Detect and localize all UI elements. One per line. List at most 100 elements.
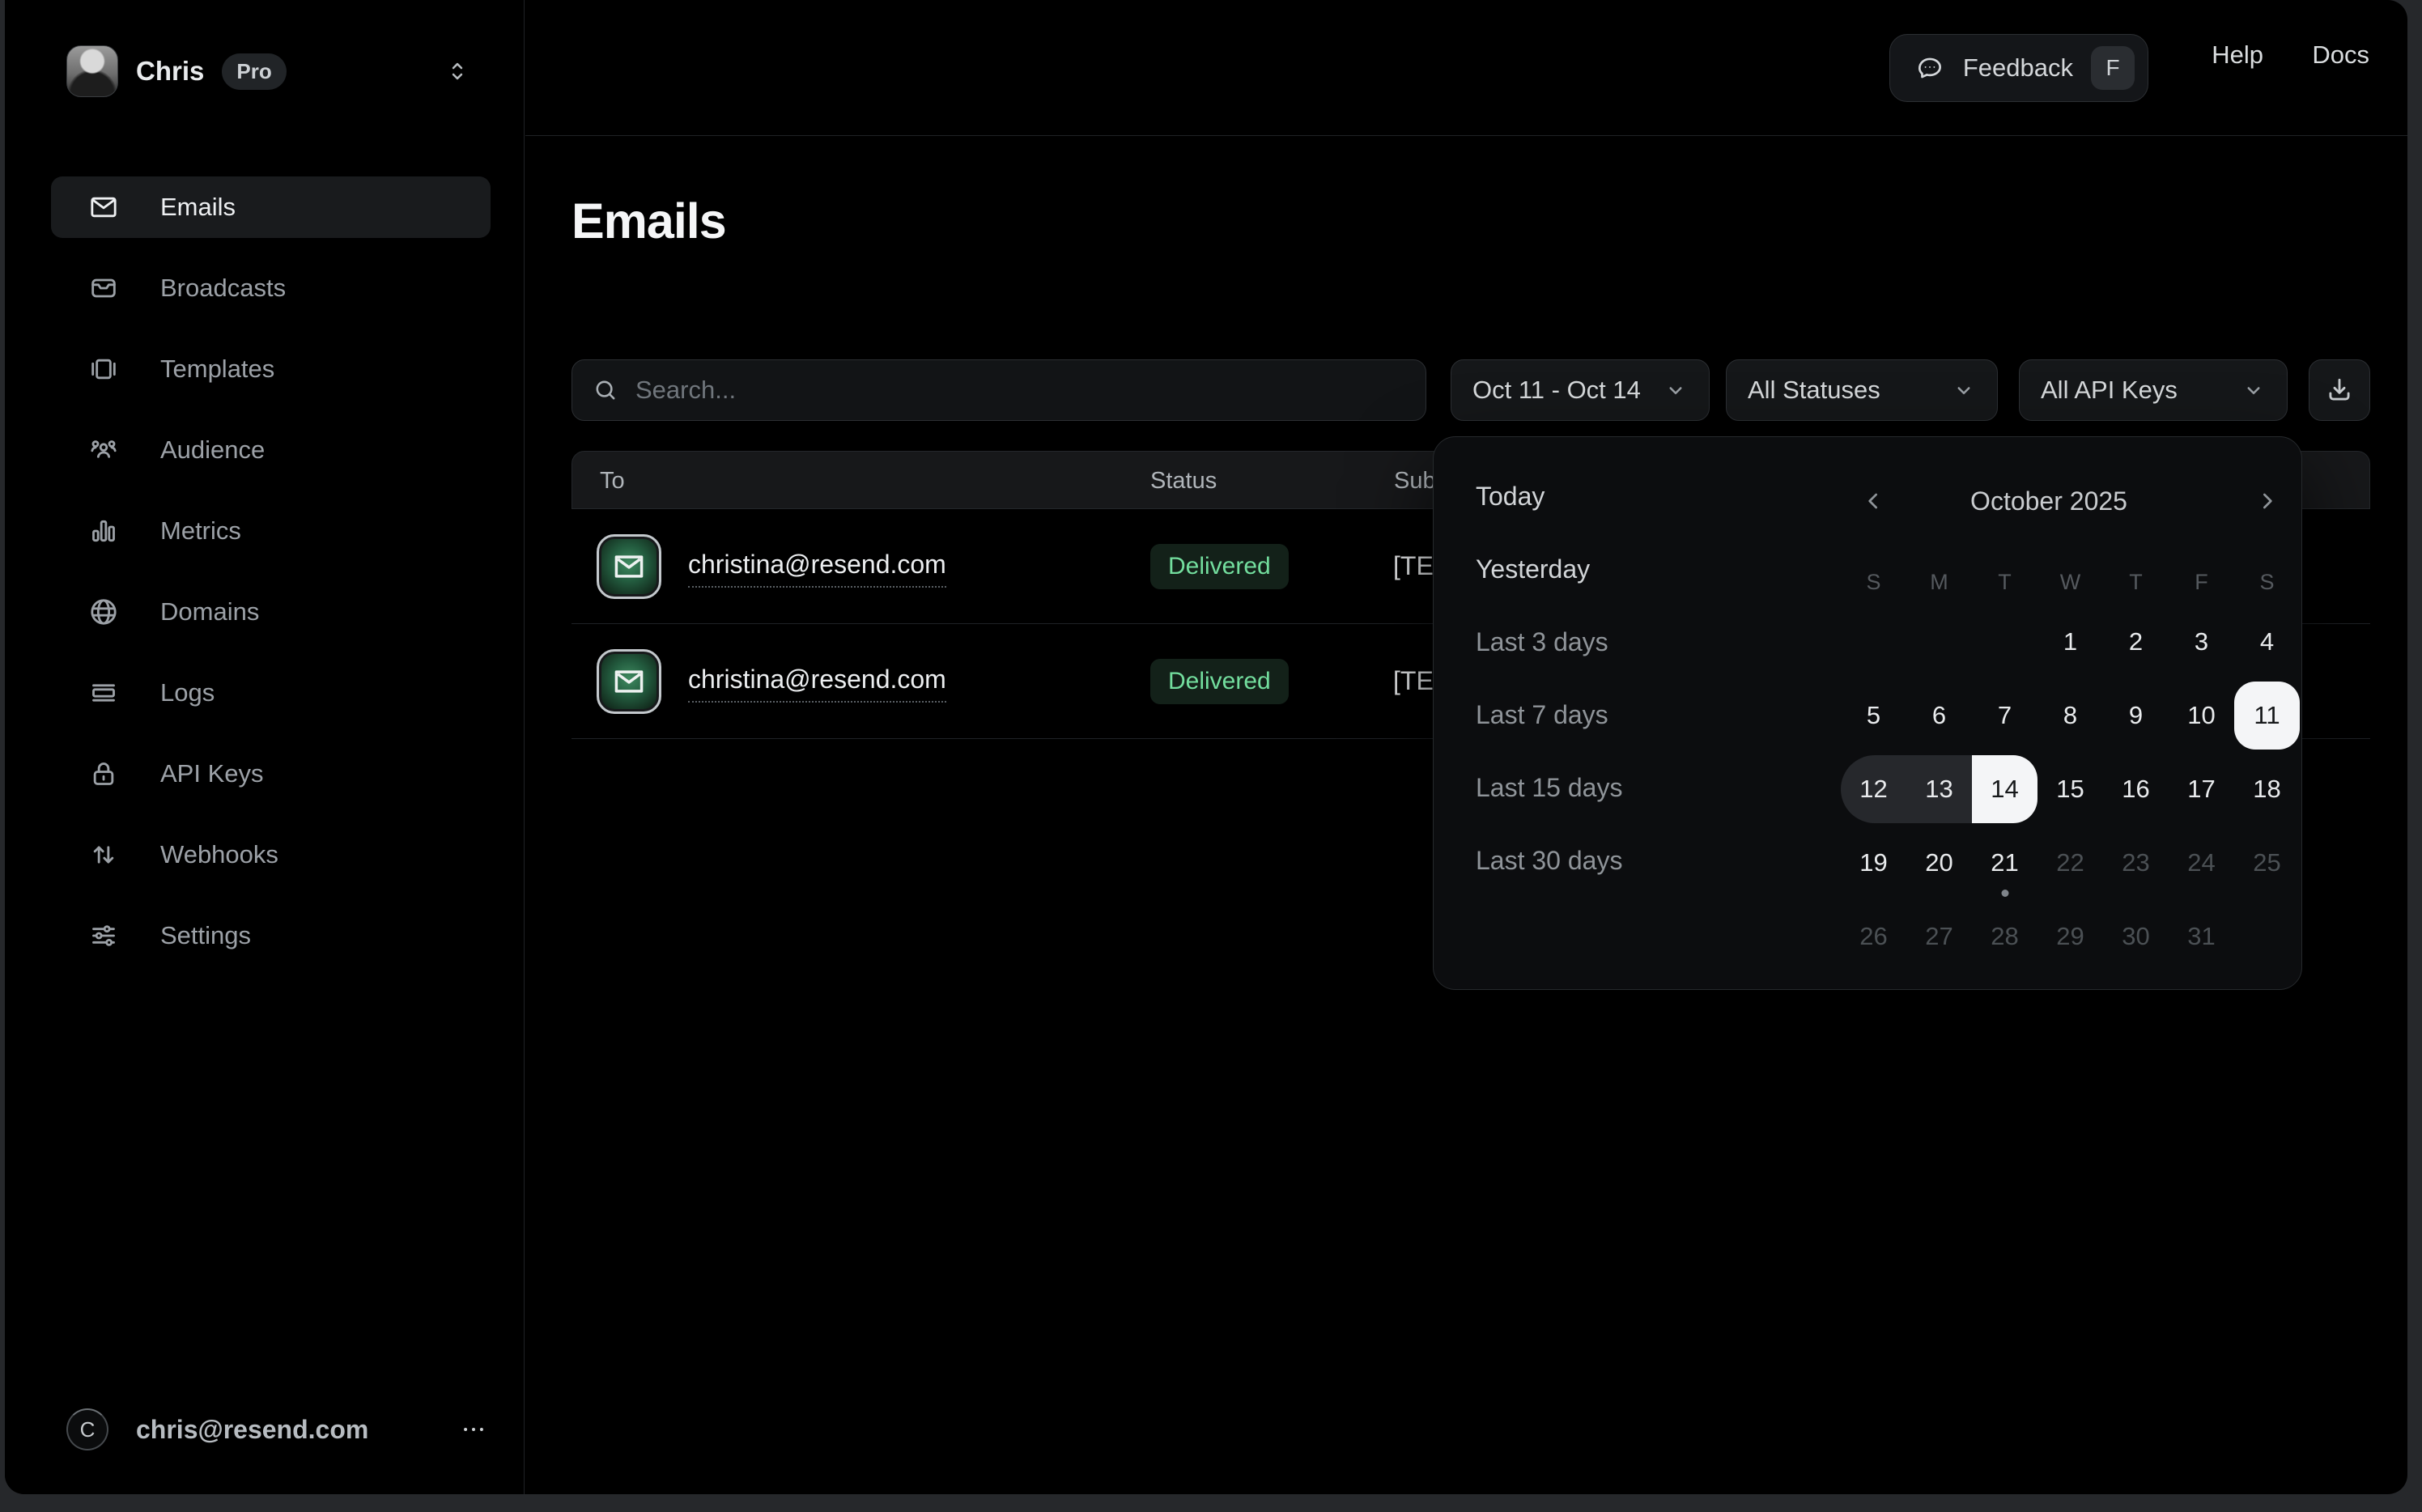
sidebar-item-domains[interactable]: Domains [51, 581, 491, 643]
calendar-day-31[interactable]: 31 [2169, 903, 2234, 970]
calendar-day-18[interactable]: 18 [2234, 755, 2300, 823]
settings-icon [87, 920, 120, 952]
sidebar-item-webhooks[interactable]: Webhooks [51, 824, 491, 886]
workspace-switcher[interactable]: Chris Pro [66, 42, 471, 100]
feedback-kbd-badge: F [2091, 46, 2135, 90]
recipient-email[interactable]: christina@resend.com [688, 550, 946, 588]
calendar-day-14[interactable]: 14 [1972, 755, 2037, 823]
search-icon [592, 376, 619, 404]
calendar-day-10[interactable]: 10 [2169, 682, 2234, 750]
column-to: To [600, 468, 625, 495]
account-footer[interactable]: C chris@resend.com [66, 1404, 487, 1455]
calendar-day-26[interactable]: 26 [1841, 903, 1906, 970]
next-month-button[interactable] [2242, 481, 2291, 521]
workspace-name: Chris [136, 56, 204, 87]
calendar-day-20[interactable]: 20 [1906, 829, 1972, 897]
chevron-down-icon [1952, 378, 1976, 402]
broadcast-icon [87, 272, 120, 304]
lock-icon [87, 758, 120, 790]
calendar-day-7[interactable]: 7 [1972, 682, 2037, 750]
calendar-day-16[interactable]: 16 [2103, 755, 2169, 823]
weekday-label: W [2037, 568, 2103, 596]
help-link[interactable]: Help [2212, 40, 2263, 70]
sidebar-item-settings[interactable]: Settings [51, 905, 491, 966]
sidebar-item-broadcasts[interactable]: Broadcasts [51, 257, 491, 319]
calendar-day-21[interactable]: 21 [1972, 829, 2037, 897]
account-avatar: C [66, 1408, 108, 1450]
status-badge: Delivered [1150, 659, 1289, 704]
sidebar-item-emails[interactable]: Emails [51, 176, 491, 238]
calendar-day-9[interactable]: 9 [2103, 682, 2169, 750]
feedback-bubble-icon [1914, 53, 1945, 83]
weekday-label: M [1906, 568, 1972, 596]
sidebar-item-label: API Keys [160, 759, 264, 788]
email-subject: [TE [1393, 666, 1434, 696]
sidebar-item-label: Metrics [160, 516, 241, 546]
weekday-label: T [2103, 568, 2169, 596]
preset-last-7-days[interactable]: Last 7 days [1434, 678, 1782, 751]
metrics-icon [87, 515, 120, 547]
sidebar: Chris Pro EmailsBroadcastsTemplatesAudie… [5, 0, 525, 1494]
calendar-day-17[interactable]: 17 [2169, 755, 2234, 823]
calendar-day-25[interactable]: 25 [2234, 829, 2300, 897]
calendar-day-12[interactable]: 12 [1841, 755, 1906, 823]
sidebar-nav: EmailsBroadcastsTemplatesAudienceMetrics… [5, 176, 524, 986]
globe-icon [87, 596, 120, 628]
feedback-label: Feedback [1963, 53, 2073, 83]
recipient-email[interactable]: christina@resend.com [688, 665, 946, 703]
api-key-filter[interactable]: All API Keys [2019, 359, 2288, 421]
status-filter[interactable]: All Statuses [1726, 359, 1998, 421]
calendar-day-5[interactable]: 5 [1841, 682, 1906, 750]
feedback-button[interactable]: Feedback F [1889, 34, 2148, 102]
preset-yesterday[interactable]: Yesterday [1434, 533, 1782, 605]
calendar-day-27[interactable]: 27 [1906, 903, 1972, 970]
calendar-day-23[interactable]: 23 [2103, 829, 2169, 897]
docs-link[interactable]: Docs [2312, 40, 2369, 70]
sidebar-item-api-keys[interactable]: API Keys [51, 743, 491, 805]
calendar-day-29[interactable]: 29 [2037, 903, 2103, 970]
calendar-day-30[interactable]: 30 [2103, 903, 2169, 970]
filter-bar: Oct 11 - Oct 14 All Statuses All API Key… [5, 359, 2407, 421]
chevron-down-icon [1664, 378, 1688, 402]
calendar-day-19[interactable]: 19 [1841, 829, 1906, 897]
calendar-day-11[interactable]: 11 [2234, 682, 2300, 750]
calendar-day-1[interactable]: 1 [2037, 608, 2103, 676]
calendar-day-22[interactable]: 22 [2037, 829, 2103, 897]
preset-last-3-days[interactable]: Last 3 days [1434, 605, 1782, 678]
webhooks-icon [87, 839, 120, 871]
calendar-day-24[interactable]: 24 [2169, 829, 2234, 897]
calendar-day-13[interactable]: 13 [1906, 755, 1972, 823]
sidebar-item-audience[interactable]: Audience [51, 419, 491, 481]
preset-today[interactable]: Today [1434, 460, 1782, 533]
preset-last-15-days[interactable]: Last 15 days [1434, 751, 1782, 824]
search-box[interactable] [572, 359, 1426, 421]
sidebar-item-logs[interactable]: Logs [51, 662, 491, 724]
account-menu-button[interactable] [460, 1416, 487, 1443]
calendar-day-3[interactable]: 3 [2169, 608, 2234, 676]
weekday-label: T [1972, 568, 2037, 596]
calendar-day-15[interactable]: 15 [2037, 755, 2103, 823]
calendar-day-4[interactable]: 4 [2234, 608, 2300, 676]
workspace-avatar [66, 45, 118, 97]
today-dot [2001, 890, 2008, 897]
date-range-filter[interactable]: Oct 11 - Oct 14 [1451, 359, 1710, 421]
search-input[interactable] [635, 376, 1406, 405]
weekday-label: S [2234, 568, 2300, 596]
sidebar-item-label: Domains [160, 597, 259, 626]
calendar-grid: 1234567891011121314151617181920212223242… [1841, 608, 2300, 970]
calendar-day-2[interactable]: 2 [2103, 608, 2169, 676]
date-presets: TodayYesterdayLast 3 daysLast 7 daysLast… [1434, 460, 1782, 897]
page-title: Emails [572, 193, 726, 249]
sidebar-item-metrics[interactable]: Metrics [51, 500, 491, 562]
sidebar-item-label: Audience [160, 435, 265, 465]
weekday-row: SMTWTFS [1841, 568, 2300, 596]
sidebar-item-label: Settings [160, 921, 251, 950]
calendar-day-6[interactable]: 6 [1906, 682, 1972, 750]
preset-last-30-days[interactable]: Last 30 days [1434, 824, 1782, 897]
logs-icon [87, 677, 120, 709]
calendar-day-8[interactable]: 8 [2037, 682, 2103, 750]
calendar-header: October 2025 [1806, 481, 2292, 521]
export-button[interactable] [2309, 359, 2370, 421]
calendar-day-28[interactable]: 28 [1972, 903, 2037, 970]
sidebar-item-label: Emails [160, 193, 236, 222]
